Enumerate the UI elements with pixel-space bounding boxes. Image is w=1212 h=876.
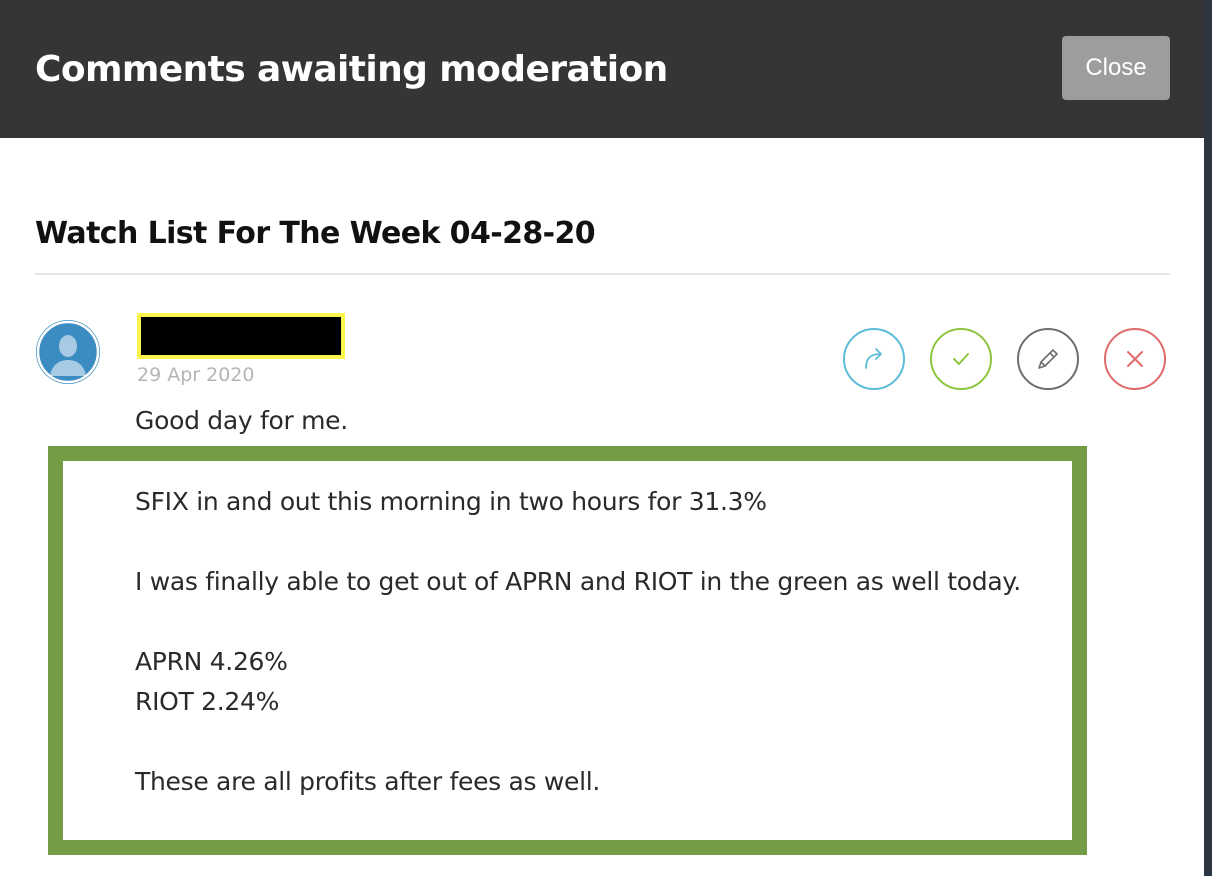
comment-date: 29 Apr 2020: [137, 364, 255, 386]
reply-button[interactable]: [843, 328, 905, 390]
modal-header: Comments awaiting moderation Close: [0, 0, 1204, 138]
author-name-redacted: [137, 313, 345, 359]
highlight-box: [48, 446, 1087, 855]
x-icon: [1127, 351, 1143, 367]
divider: [35, 273, 1170, 275]
check-icon: [953, 353, 969, 365]
page: Comments awaiting moderation Close Watch…: [0, 0, 1212, 876]
backdrop: [1204, 0, 1212, 876]
modal-title: Comments awaiting moderation: [35, 49, 668, 90]
comment-line: Good day for me.: [135, 406, 348, 435]
avatar: [36, 320, 100, 384]
user-icon: [36, 320, 100, 384]
close-button[interactable]: Close: [1062, 36, 1170, 100]
pencil-icon: [1038, 349, 1058, 369]
edit-button[interactable]: [1017, 328, 1079, 390]
approve-button[interactable]: [930, 328, 992, 390]
delete-button[interactable]: [1104, 328, 1166, 390]
reply-icon: [865, 348, 882, 369]
moderation-modal: Comments awaiting moderation Close Watch…: [0, 0, 1204, 876]
post-title: Watch List For The Week 04-28-20: [35, 216, 596, 251]
